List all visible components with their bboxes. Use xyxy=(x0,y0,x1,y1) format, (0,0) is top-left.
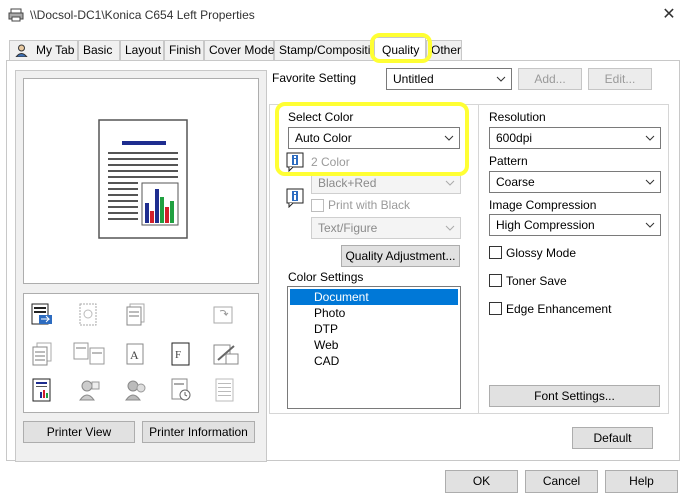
svg-text:F: F xyxy=(175,349,181,361)
printer-view-button[interactable]: Printer View xyxy=(23,421,135,443)
favorite-setting-label: Favorite Setting xyxy=(272,71,357,85)
watermark-icon xyxy=(213,344,239,365)
tab-label: Finish xyxy=(169,43,202,57)
chevron-down-icon xyxy=(445,180,455,186)
info-icon[interactable] xyxy=(286,188,304,208)
favorite-add-button[interactable]: Add... xyxy=(518,68,582,90)
color-chart-page-icon xyxy=(32,378,51,402)
favorite-edit-button[interactable]: Edit... xyxy=(588,68,652,90)
print-with-black-label: Print with Black xyxy=(328,198,411,212)
tab-finish[interactable]: Finish xyxy=(164,40,204,60)
toner-save-label: Toner Save xyxy=(506,274,567,288)
page-preview xyxy=(23,78,259,284)
tab-label: Stamp/Compositio xyxy=(279,43,374,57)
close-button[interactable]: ✕ xyxy=(656,4,682,26)
edge-enhancement-checkbox[interactable] xyxy=(489,302,502,315)
multi-page-icon xyxy=(32,342,52,366)
title-bar: \\Docsol-DC1\Konica C654 Left Properties… xyxy=(0,0,686,30)
booklet-icon xyxy=(73,342,105,365)
chevron-down-icon xyxy=(645,222,655,228)
cancel-button[interactable]: Cancel xyxy=(525,470,598,493)
tab-label: Layout xyxy=(125,43,162,57)
resolution-label: Resolution xyxy=(489,110,546,124)
tab-stamp-composition[interactable]: Stamp/Compositio xyxy=(274,40,374,60)
select-color-highlight xyxy=(275,102,469,176)
printer-information-button[interactable]: Printer Information xyxy=(142,421,255,443)
tab-label: Basic xyxy=(83,43,113,57)
dotted-page-icon xyxy=(79,303,97,326)
list-item-web[interactable]: Web xyxy=(290,337,458,353)
glossy-mode-checkbox[interactable] xyxy=(489,246,502,259)
resolution-value: 600dpi xyxy=(496,131,533,145)
help-button[interactable]: Help xyxy=(605,470,678,493)
tab-basic[interactable]: Basic xyxy=(78,40,120,60)
user-icon xyxy=(15,44,28,57)
resolution-select[interactable]: 600dpi xyxy=(489,127,661,149)
ok-button[interactable]: OK xyxy=(445,470,518,493)
svg-text:A: A xyxy=(130,348,139,362)
tab-label: Other xyxy=(431,43,462,57)
tab-my-tab[interactable]: My Tab xyxy=(9,40,78,60)
chevron-down-icon xyxy=(496,76,506,82)
page-preview-image xyxy=(98,119,188,239)
rotate-page-icon xyxy=(213,306,233,324)
color-document-icon xyxy=(31,303,52,325)
printer-icon xyxy=(8,8,24,22)
list-item-photo[interactable]: Photo xyxy=(290,305,458,321)
window-title: \\Docsol-DC1\Konica C654 Left Properties xyxy=(30,8,255,22)
list-item-document[interactable]: Document xyxy=(290,289,458,305)
list-item-cad[interactable]: CAD xyxy=(290,353,458,369)
account-track-icon xyxy=(125,380,146,401)
toner-save-checkbox[interactable] xyxy=(489,274,502,287)
chevron-down-icon xyxy=(445,225,455,231)
tab-label: My Tab xyxy=(36,43,75,57)
tab-label: Cover Mode xyxy=(209,43,275,57)
default-button[interactable]: Default xyxy=(572,427,653,449)
print-with-black-checkbox[interactable] xyxy=(311,199,324,212)
color-settings-list[interactable]: Document Photo DTP Web CAD xyxy=(287,286,461,409)
image-compression-label: Image Compression xyxy=(489,198,597,212)
chevron-down-icon xyxy=(645,135,655,141)
glossy-mode-label: Glossy Mode xyxy=(506,246,577,260)
pattern-value: Coarse xyxy=(496,175,535,189)
tab-cover-mode[interactable]: Cover Mode xyxy=(204,40,274,60)
image-compression-value: High Compression xyxy=(496,218,595,232)
tab-layout[interactable]: Layout xyxy=(120,40,164,60)
user-authentication-icon xyxy=(79,380,100,401)
two-color-value: Black+Red xyxy=(318,176,377,190)
text-font-icon: A xyxy=(126,343,144,365)
form-overlay-icon: F xyxy=(171,342,190,366)
image-compression-select[interactable]: High Compression xyxy=(489,214,661,236)
feature-icon-grid: A F xyxy=(23,293,259,413)
text-figure-select[interactable]: Text/Figure xyxy=(311,217,461,239)
clock-page-icon xyxy=(171,378,191,401)
favorite-setting-value: Untitled xyxy=(393,72,434,86)
lined-page-icon xyxy=(215,378,234,402)
stacked-pages-icon xyxy=(126,303,145,326)
font-settings-button[interactable]: Font Settings... xyxy=(489,385,660,407)
favorite-setting-select[interactable]: Untitled xyxy=(386,68,512,90)
text-figure-value: Text/Figure xyxy=(318,221,378,235)
quality-adjustment-button[interactable]: Quality Adjustment... xyxy=(341,245,460,267)
pattern-label: Pattern xyxy=(489,154,528,168)
chevron-down-icon xyxy=(645,179,655,185)
edge-enhancement-label: Edge Enhancement xyxy=(506,302,612,316)
quality-tab-highlight xyxy=(370,33,432,63)
color-settings-label: Color Settings xyxy=(288,270,364,284)
list-item-dtp[interactable]: DTP xyxy=(290,321,458,337)
pattern-select[interactable]: Coarse xyxy=(489,171,661,193)
